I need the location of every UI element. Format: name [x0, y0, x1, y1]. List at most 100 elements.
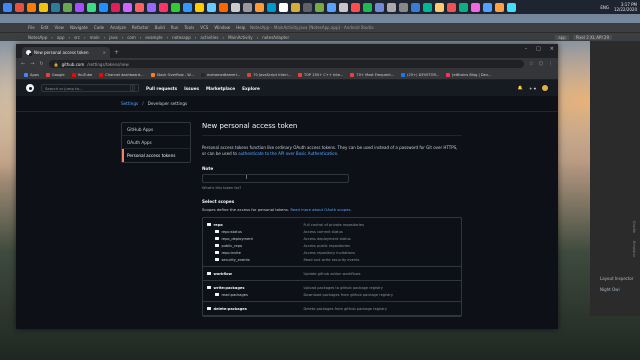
close-window-button[interactable]: ×: [550, 46, 554, 52]
as-menu-item[interactable]: Help: [236, 25, 245, 30]
as-menu-item[interactable]: Edit: [41, 25, 49, 30]
browser-tab[interactable]: New personal access token ×: [22, 47, 110, 58]
taskbar-app-icon[interactable]: [411, 2, 420, 12]
taskbar-app-icon[interactable]: [363, 2, 372, 12]
scope-checkbox[interactable]: [207, 222, 211, 227]
nav-issues[interactable]: Issues: [184, 86, 199, 91]
reload-icon[interactable]: ↻: [39, 61, 43, 67]
as-menu-item[interactable]: Window: [214, 25, 230, 30]
taskbar-app-icon[interactable]: [147, 2, 156, 12]
taskbar-app-icon[interactable]: [63, 2, 72, 12]
url-input[interactable]: 🔒 github.com/settings/tokens/new: [48, 60, 525, 68]
taskbar-app-icon[interactable]: [207, 2, 216, 12]
avatar[interactable]: [542, 85, 548, 91]
as-crumb[interactable]: NotesApp: [28, 35, 47, 40]
github-logo-icon[interactable]: [26, 84, 34, 92]
taskbar-app-icon[interactable]: [351, 2, 360, 12]
scope-checkbox[interactable]: [215, 292, 219, 297]
run-config-select[interactable]: app: [555, 34, 569, 40]
taskbar-app-icon[interactable]: [87, 2, 96, 12]
as-crumb[interactable]: src: [74, 35, 80, 40]
as-menu-item[interactable]: VCS: [200, 25, 208, 30]
note-input[interactable]: I: [202, 174, 349, 183]
as-menu-item[interactable]: Run: [171, 25, 179, 30]
scope-checkbox[interactable]: [215, 250, 219, 255]
taskbar-app-icon[interactable]: [387, 2, 396, 12]
device-select[interactable]: Pixel 2 XL API 29: [572, 34, 612, 40]
as-menu-item[interactable]: Analyze: [110, 25, 126, 30]
language-indicator[interactable]: ENG: [600, 5, 609, 10]
bookmark-item[interactable]: mohamedtamerl...: [200, 72, 240, 77]
taskbar-app-icon[interactable]: [183, 2, 192, 12]
scope-checkbox[interactable]: [215, 257, 219, 262]
night-owl-label[interactable]: Night Owl: [600, 284, 636, 294]
bookmark-item[interactable]: TOP 250+ C++ Inte...: [298, 72, 343, 77]
taskbar-app-icon[interactable]: [159, 2, 168, 12]
clock[interactable]: 3:17 PM 12/22/2020: [614, 2, 637, 12]
taskbar-app-icon[interactable]: [279, 2, 288, 12]
taskbar-app-icon[interactable]: [27, 2, 36, 12]
menu-icon[interactable]: ⋮: [548, 61, 553, 67]
bookmark-item[interactable]: 70 JavaScript Interi...: [247, 72, 291, 77]
bookmark-item[interactable]: Google: [45, 72, 65, 77]
taskbar-app-icon[interactable]: [339, 2, 348, 12]
scope-checkbox[interactable]: [207, 306, 211, 311]
as-crumb[interactable]: app: [57, 35, 65, 40]
as-crumb[interactable]: java: [109, 35, 117, 40]
nav-pull-requests[interactable]: Pull requests: [146, 86, 177, 91]
minimize-button[interactable]: –: [525, 46, 528, 52]
taskbar-app-icon[interactable]: [111, 2, 120, 12]
taskbar-app-icon[interactable]: [435, 2, 444, 12]
scope-checkbox[interactable]: [215, 236, 219, 241]
taskbar-app-icon[interactable]: [75, 2, 84, 12]
taskbar-app-icon[interactable]: [255, 2, 264, 12]
scope-checkbox[interactable]: [207, 271, 211, 276]
taskbar-app-icon[interactable]: [123, 2, 132, 12]
nav-explore[interactable]: Explore: [242, 86, 260, 91]
forward-icon[interactable]: →: [30, 61, 34, 67]
layout-inspector-label[interactable]: Layout Inspector: [600, 273, 636, 283]
taskbar-app-icon[interactable]: [15, 2, 24, 12]
taskbar-app-icon[interactable]: [3, 2, 12, 12]
taskbar-app-icon[interactable]: [399, 2, 408, 12]
bookmark-item[interactable]: Apps: [24, 72, 39, 77]
scope-checkbox[interactable]: [207, 285, 211, 290]
basic-auth-link[interactable]: authenticate to the API over Basic Authe…: [238, 151, 337, 156]
tab-close-icon[interactable]: ×: [103, 50, 106, 55]
taskbar-app-icon[interactable]: [219, 2, 228, 12]
taskbar-app-icon[interactable]: [375, 2, 384, 12]
breadcrumb-settings[interactable]: Settings: [121, 101, 138, 106]
sidebar-item-personal-access-tokens[interactable]: Personal access tokens: [122, 149, 190, 162]
gradle-tab[interactable]: Gradle: [632, 221, 636, 233]
as-crumb[interactable]: notesapp: [172, 35, 191, 40]
as-menu-item[interactable]: Navigate: [70, 25, 88, 30]
oauth-scopes-link[interactable]: Read more about OAuth scopes.: [290, 207, 351, 212]
bookmark-item[interactable]: 70+ Most Frequent...: [350, 72, 394, 77]
taskbar-app-icon[interactable]: [483, 2, 492, 12]
taskbar-app-icon[interactable]: [315, 2, 324, 12]
as-crumb[interactable]: main: [90, 35, 100, 40]
taskbar-app-icon[interactable]: [231, 2, 240, 12]
search-input[interactable]: Search or jump to... /: [41, 84, 139, 92]
maximize-button[interactable]: □: [536, 46, 541, 52]
as-crumb[interactable]: notesAdapter: [262, 35, 289, 40]
taskbar-app-icon[interactable]: [291, 2, 300, 12]
as-crumb[interactable]: activities: [200, 35, 218, 40]
extensions-icon[interactable]: ⬡: [539, 61, 543, 67]
sidebar-item-github-apps[interactable]: GitHub Apps: [122, 123, 190, 136]
taskbar-app-icon[interactable]: [327, 2, 336, 12]
as-crumb[interactable]: MainActivity: [228, 35, 253, 40]
star-icon[interactable]: ☆: [529, 61, 533, 67]
as-menu-item[interactable]: Tools: [184, 25, 194, 30]
taskbar-app-icon[interactable]: [135, 2, 144, 12]
bookmark-item[interactable]: Channel dashboard...: [99, 72, 144, 77]
as-menu-item[interactable]: Code: [94, 25, 104, 30]
taskbar-app-icon[interactable]: [51, 2, 60, 12]
taskbar-app-icon[interactable]: [39, 2, 48, 12]
as-menu-item[interactable]: Refactor: [132, 25, 149, 30]
as-menu-item[interactable]: View: [54, 25, 64, 30]
nav-marketplace[interactable]: Marketplace: [206, 86, 235, 91]
taskbar-app-icon[interactable]: [459, 2, 468, 12]
bookmark-item[interactable]: Stack Overflow - W...: [150, 72, 194, 77]
taskbar-app-icon[interactable]: [99, 2, 108, 12]
